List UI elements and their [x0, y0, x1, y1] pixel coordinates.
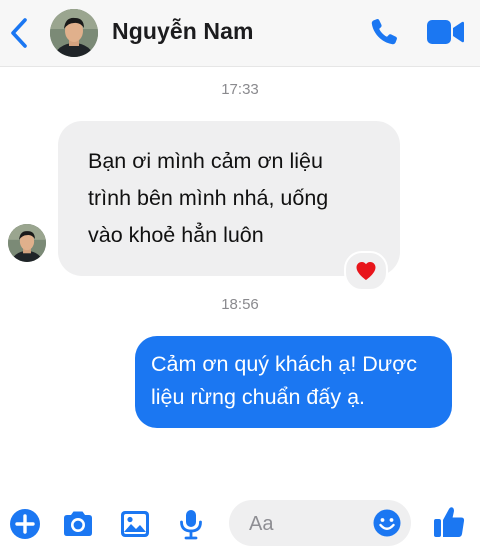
message-input-container: [229, 500, 411, 546]
avatar-photo: [50, 9, 98, 57]
video-call-button[interactable]: [425, 17, 465, 47]
heart-icon: [356, 262, 376, 280]
add-button[interactable]: [8, 507, 42, 541]
voice-call-button[interactable]: [368, 16, 400, 48]
like-button[interactable]: [432, 504, 466, 540]
message-timestamp: 17:33: [221, 81, 259, 98]
message-timestamp: 18:56: [221, 296, 259, 313]
back-button[interactable]: [6, 16, 32, 50]
camera-icon: [64, 511, 92, 536]
message-line: liệu rừng chuẩn đấy ạ.: [151, 385, 366, 409]
thumbs-up-icon: [434, 507, 465, 537]
message-line: trình bên mình nhá, uống: [88, 186, 329, 210]
message-composer: [0, 497, 480, 555]
camera-button[interactable]: [61, 507, 95, 541]
message-line: Cảm ơn quý khách ạ! Dược: [151, 352, 418, 376]
heart-reaction[interactable]: [344, 251, 388, 291]
emoji-button[interactable]: [372, 508, 402, 538]
video-camera-icon: [427, 20, 464, 44]
image-icon: [121, 511, 149, 537]
contact-name[interactable]: Nguyễn Nam: [112, 18, 254, 45]
incoming-message-bubble[interactable]: Bạn ơi mình cảm ơn liệu trình bên mình n…: [58, 121, 400, 276]
phone-icon: [371, 19, 397, 45]
contact-avatar[interactable]: [50, 9, 98, 57]
gallery-button[interactable]: [118, 507, 152, 541]
chat-header: Nguyễn Nam: [0, 0, 480, 67]
emoji-icon: [373, 509, 401, 537]
sender-avatar[interactable]: [8, 224, 46, 262]
plus-circle-icon: [10, 509, 40, 539]
message-input[interactable]: [247, 508, 361, 540]
avatar-photo: [8, 224, 46, 262]
microphone-icon: [180, 510, 202, 540]
voice-message-button[interactable]: [174, 507, 208, 541]
outgoing-message-bubble[interactable]: Cảm ơn quý khách ạ! Dược liệu rừng chuẩn…: [135, 336, 452, 428]
message-line: Bạn ơi mình cảm ơn liệu: [88, 149, 323, 173]
message-line: vào khoẻ hẳn luôn: [88, 223, 264, 247]
